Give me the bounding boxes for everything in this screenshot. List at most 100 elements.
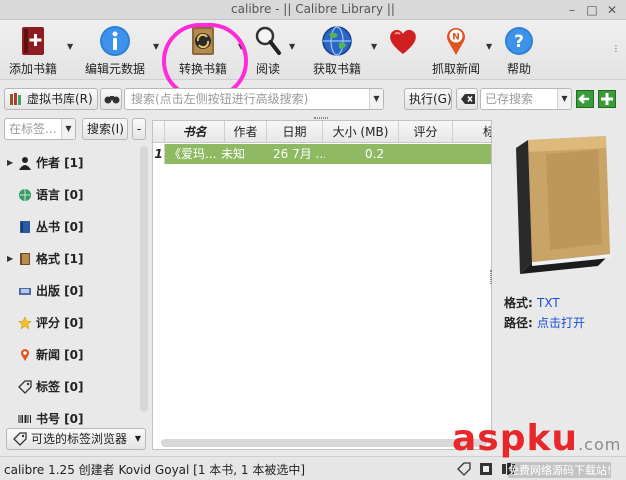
language-icon: [19, 189, 31, 201]
tag-item-label: 丛书 [0]: [36, 220, 84, 234]
tag-icon: [18, 380, 32, 394]
save-search-icon[interactable]: [598, 90, 616, 108]
help-icon: ?: [505, 27, 533, 55]
execute-search-button[interactable]: 执行(G): [404, 88, 452, 110]
tag-item-rating[interactable]: 评分 [0]: [0, 312, 140, 334]
watermark-subtitle: 免费网络源码下载站!: [508, 462, 612, 478]
alternate-tag-browser-button[interactable]: 可选的标签浏览器 ▼: [6, 428, 146, 450]
tag-item-formats[interactable]: ▶ 格式 [1]: [0, 248, 140, 270]
tag-find-input[interactable]: 在标签... ▼: [4, 118, 76, 140]
expand-arrow-icon[interactable]: ▶: [7, 248, 13, 270]
column-size[interactable]: 大小 (MB): [323, 121, 399, 143]
tag-item-label: 语言 [0]: [36, 188, 84, 202]
tag-item-label: 出版 [0]: [36, 284, 84, 298]
maximize-icon[interactable]: □: [584, 2, 600, 18]
svg-text:N: N: [452, 33, 460, 43]
format-link[interactable]: TXT: [537, 296, 560, 310]
tag-icon: [13, 432, 27, 446]
help-button[interactable]: ? 帮助: [500, 20, 538, 80]
search-history-dropdown-icon[interactable]: ▼: [369, 89, 383, 109]
splitter-handle[interactable]: [314, 117, 328, 119]
clear-search-button[interactable]: [456, 88, 478, 110]
edit-metadata-label: 编辑元数据: [84, 62, 145, 76]
column-tags[interactable]: 标: [453, 121, 491, 143]
edit-metadata-dropdown-icon[interactable]: ▼: [153, 42, 159, 51]
minimize-icon[interactable]: –: [564, 2, 580, 18]
corner-cell: [153, 121, 165, 143]
watermark-text: aspku.com: [452, 418, 621, 459]
tag-item-label: 格式 [1]: [36, 252, 84, 266]
watermark-logo: aspku.com 免费网络源码下载站!: [452, 418, 626, 478]
tag-item-languages[interactable]: 语言 [0]: [0, 184, 140, 206]
saved-search-input[interactable]: 已存搜索 ▼: [480, 88, 572, 110]
read-label: 阅读: [255, 62, 280, 76]
column-date[interactable]: 日期: [267, 121, 323, 143]
row-number: 1: [153, 144, 165, 164]
tag-item-identifiers[interactable]: 书号 [0]: [0, 408, 140, 430]
donate-button[interactable]: [384, 20, 422, 80]
read-button[interactable]: 阅读: [248, 20, 288, 80]
main-toolbar: 添加书籍 ▼ 编辑元数据 ▼ 转换书籍 ▼ 阅读 ▼ 获取书籍 ▼ N 抓取新闻…: [0, 20, 626, 99]
column-author[interactable]: 作者: [225, 121, 267, 143]
get-books-dropdown-icon[interactable]: ▼: [371, 42, 377, 51]
column-rating[interactable]: 评分: [399, 121, 453, 143]
book-list-horizontal-scrollbar[interactable]: [161, 439, 487, 447]
book-details-panel: 格式: TXT 路径: 点击打开: [494, 116, 626, 454]
column-title[interactable]: 书名: [165, 121, 225, 143]
toolbar-overflow-icon[interactable]: ⋮: [612, 44, 620, 53]
tag-item-publishers[interactable]: 出版 [0]: [0, 280, 140, 302]
format-row: 格式: TXT: [504, 294, 560, 311]
watermark-brand: aspku: [452, 418, 579, 459]
tag-item-tags[interactable]: 标签 [0]: [0, 376, 140, 398]
title-bar: calibre - || Calibre Library || – □ ✕: [0, 0, 626, 20]
library-icon: [10, 93, 21, 105]
get-books-label: 获取书籍: [312, 62, 361, 76]
alternate-tag-browser-dropdown-icon: ▼: [134, 434, 141, 443]
read-dropdown-icon[interactable]: ▼: [289, 42, 295, 51]
fetch-news-button[interactable]: N 抓取新闻: [428, 20, 484, 80]
add-books-label: 添加书籍: [8, 62, 57, 76]
saved-search-dropdown-icon[interactable]: ▼: [557, 89, 571, 109]
tag-find-dropdown-icon[interactable]: ▼: [61, 119, 75, 139]
series-icon: [20, 221, 30, 233]
copy-search-icon[interactable]: [576, 90, 594, 108]
search-input[interactable]: 搜索(点击左侧按钮进行高级搜索) ▼: [124, 88, 384, 110]
virtual-library-label: 虚拟书库(R): [27, 92, 93, 106]
news-pin-icon: [21, 349, 30, 361]
tag-search-button[interactable]: 搜索(I): [82, 118, 128, 140]
window-title: calibre - || Calibre Library ||: [231, 2, 395, 16]
barcode-icon: [18, 415, 31, 423]
path-link[interactable]: 点击打开: [537, 316, 585, 330]
book-cover-icon[interactable]: [506, 134, 616, 280]
path-label: 路径:: [504, 316, 533, 330]
edit-metadata-button[interactable]: 编辑元数据: [80, 20, 150, 80]
tag-item-label: 评分 [0]: [36, 316, 84, 330]
close-icon[interactable]: ✕: [604, 2, 620, 18]
virtual-library-button[interactable]: 虚拟书库(R): [4, 88, 98, 110]
tag-item-series[interactable]: 丛书 [0]: [0, 216, 140, 238]
book-list: 书名 作者 日期 大小 (MB) 评分 标 1 《爱玛... 未知 26 7月 …: [152, 120, 492, 450]
tag-item-label: 新闻 [0]: [36, 348, 84, 362]
add-books-button[interactable]: 添加书籍: [2, 20, 64, 80]
status-text: calibre 1.25 创建者 Kovid Goyal [1 本书, 1 本被…: [4, 463, 306, 477]
tag-browser-scrollbar[interactable]: [140, 146, 148, 412]
book-list-header: 书名 作者 日期 大小 (MB) 评分 标: [153, 121, 491, 143]
tag-item-news[interactable]: 新闻 [0]: [0, 344, 140, 366]
fetch-news-dropdown-icon[interactable]: ▼: [486, 42, 492, 51]
clear-icon: [461, 94, 475, 104]
help-label: 帮助: [506, 62, 531, 76]
table-row[interactable]: 1 《爱玛... 未知 26 7月 ... 0.2: [153, 144, 491, 164]
tag-item-label: 作者 [1]: [36, 156, 84, 170]
tag-item-authors[interactable]: ▶ 作者 [1]: [0, 152, 140, 174]
cell-size: 0.2: [365, 147, 385, 161]
tag-collapse-button[interactable]: -: [132, 118, 146, 140]
cell-rating: [409, 144, 449, 164]
binoculars-icon: [104, 96, 120, 104]
get-books-button[interactable]: 获取书籍: [305, 20, 369, 80]
splitter-handle[interactable]: [490, 270, 492, 284]
expand-arrow-icon[interactable]: ▶: [7, 152, 13, 174]
globe-icon: [322, 26, 352, 56]
add-books-dropdown-icon[interactable]: ▼: [67, 42, 73, 51]
tag-item-label: 书号 [0]: [36, 412, 84, 426]
advanced-search-button[interactable]: [100, 88, 122, 110]
